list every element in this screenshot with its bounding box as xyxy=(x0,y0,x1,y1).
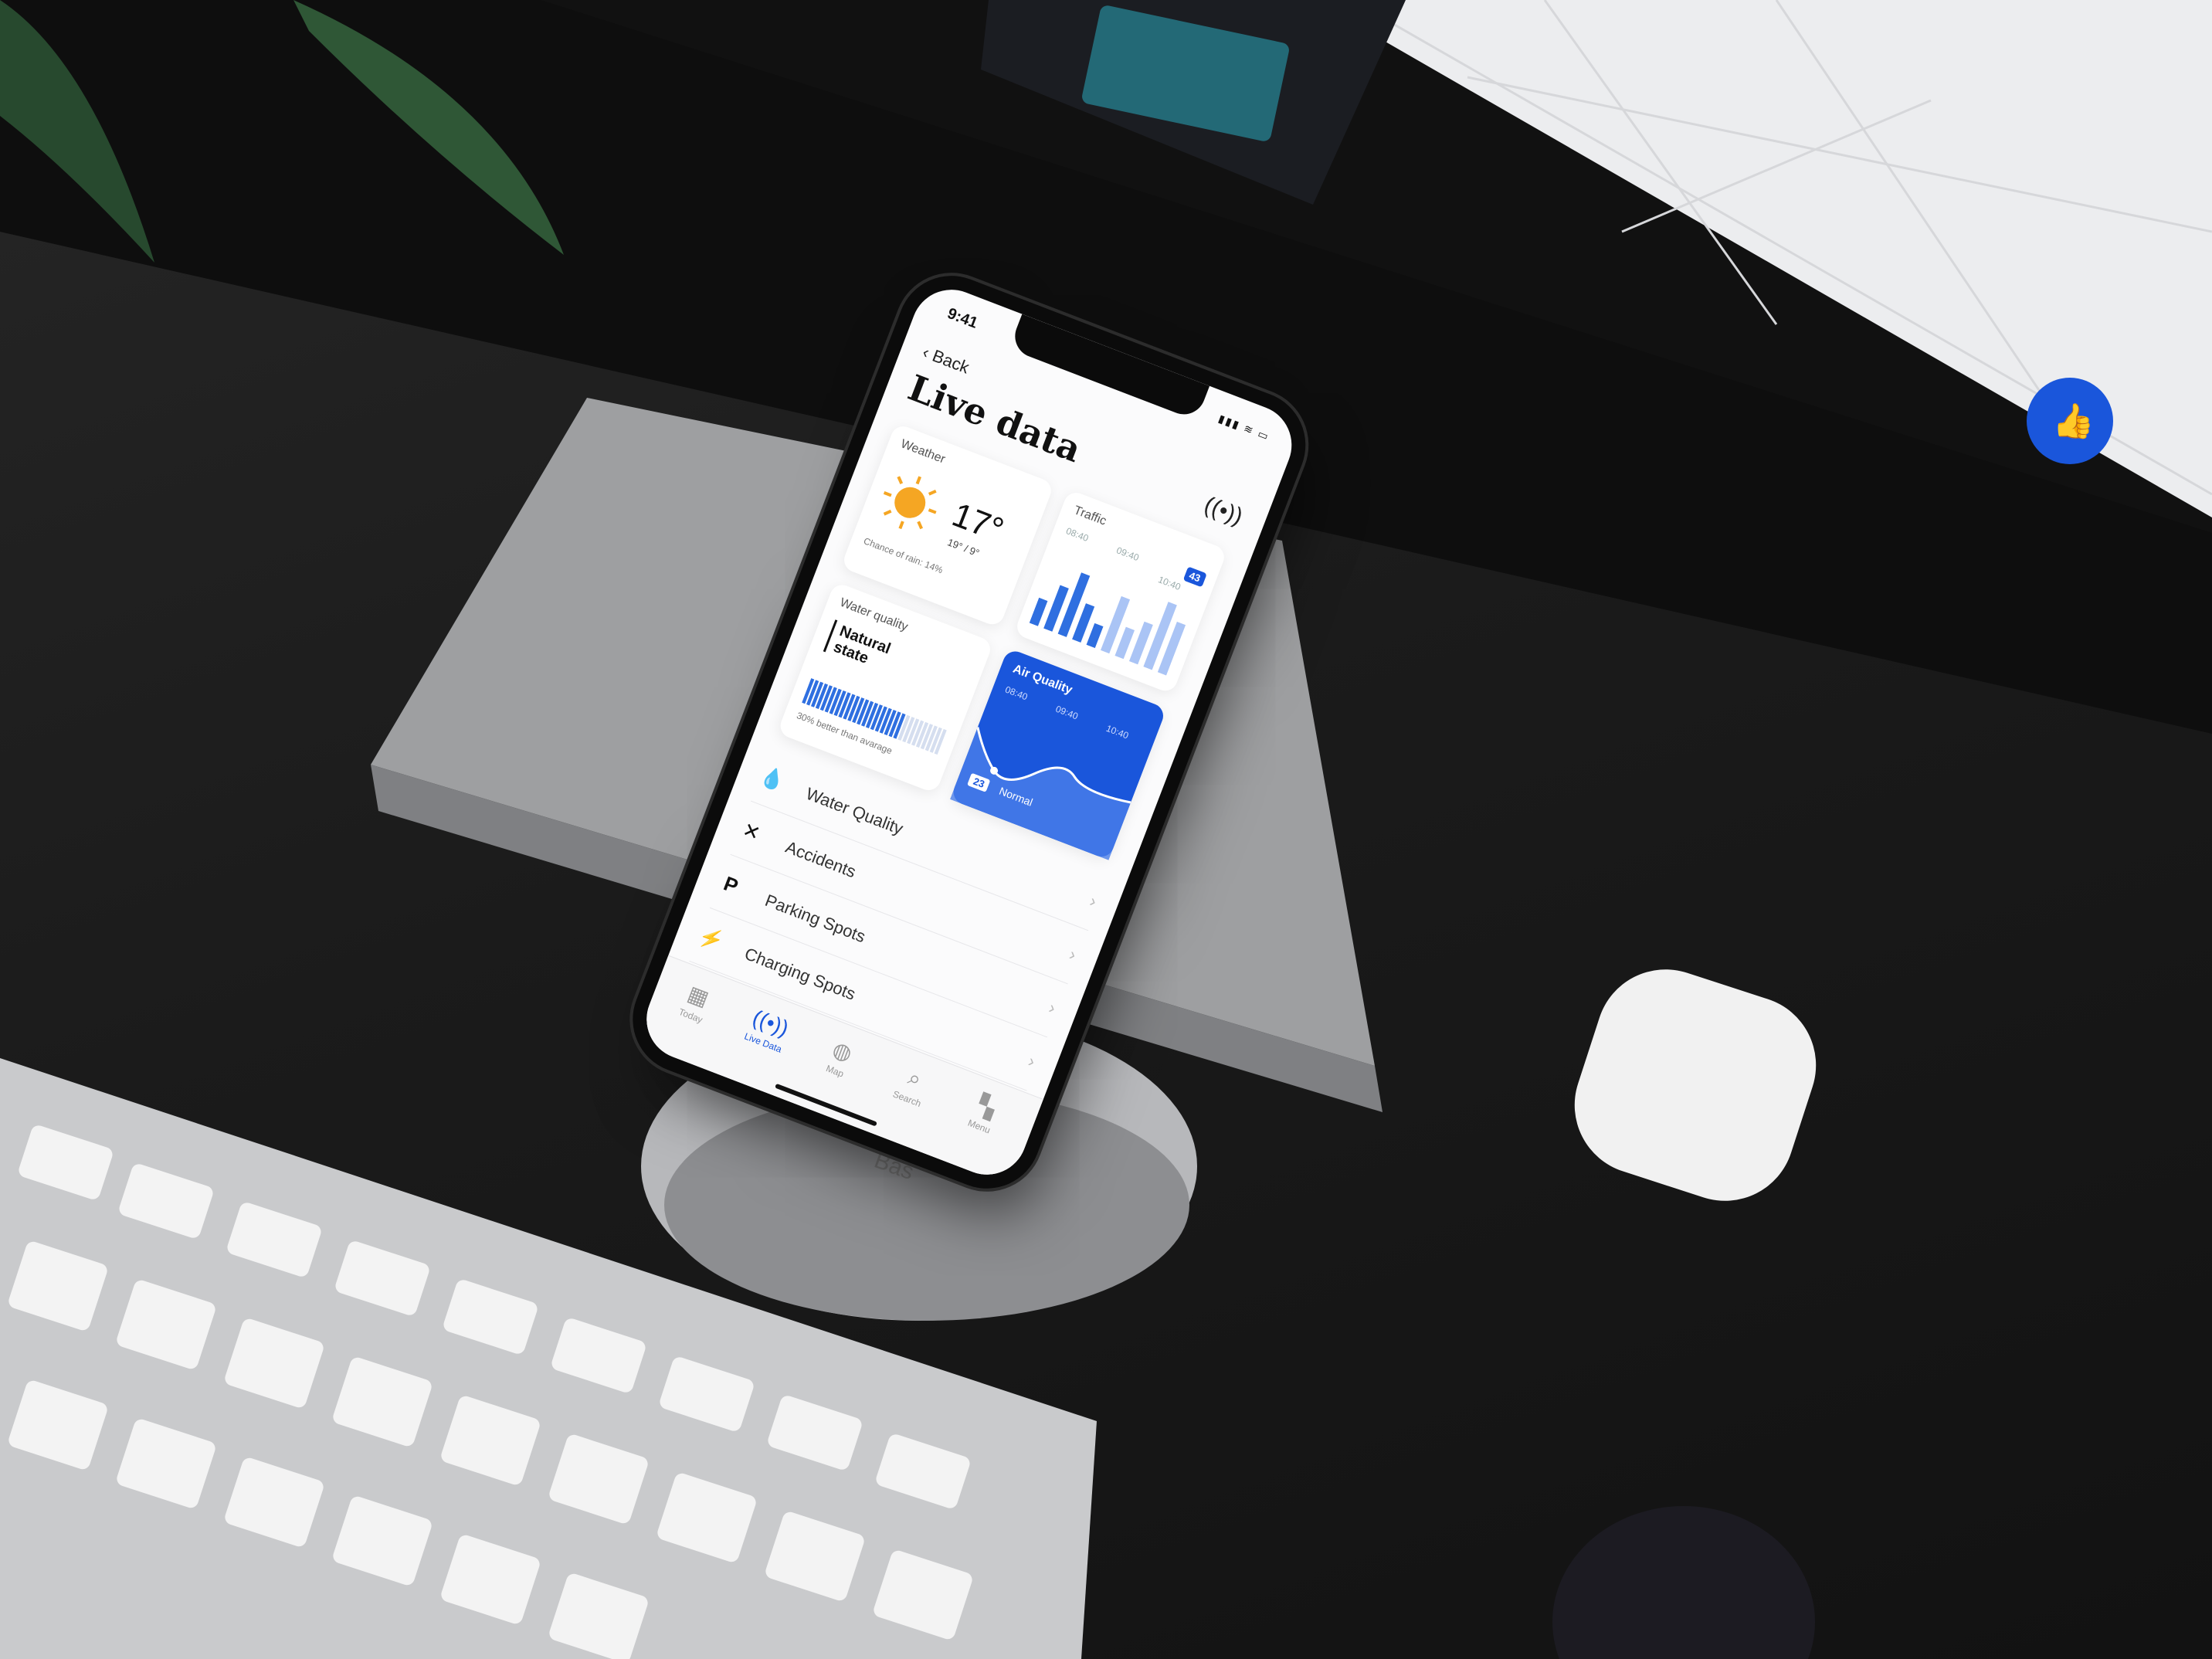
traffic-badge: 43 xyxy=(1182,566,1207,588)
status-icons: ▮▮▮ ≋ ▭ xyxy=(1216,412,1272,443)
air-time-1: 08:40 xyxy=(1003,684,1030,703)
traffic-bar xyxy=(1086,623,1104,649)
thumbs-up-icon: 👍 xyxy=(2052,402,2095,441)
cross-icon: ✕ xyxy=(739,817,764,846)
air-time-2: 09:40 xyxy=(1053,703,1080,722)
status-time: 9:41 xyxy=(945,304,980,332)
tab-menu[interactable]: ▚ Menu xyxy=(945,1082,1023,1144)
charging-icon: ⚡ xyxy=(695,923,728,954)
tab-live-data[interactable]: ((•)) Live Data xyxy=(728,999,807,1060)
phone: 9:41 ▮▮▮ ≋ ▭ ‹ Back Live data ((•)) Weat… xyxy=(635,232,1452,1186)
chevron-right-icon: › xyxy=(1067,944,1079,965)
back-label: Back xyxy=(929,345,972,378)
traffic-time-3: 10:40 xyxy=(1156,574,1182,593)
traffic-time-1: 08:40 xyxy=(1064,525,1091,545)
mouse xyxy=(1552,1506,1815,1659)
drops-icon: 💧 xyxy=(757,763,789,794)
traffic-chart xyxy=(1029,572,1186,676)
notch xyxy=(1009,314,1210,421)
traffic-label: Traffic xyxy=(1071,504,1108,528)
sun-icon xyxy=(883,476,937,530)
broadcast-icon[interactable]: ((•)) xyxy=(1200,492,1247,531)
tab-label: Map xyxy=(824,1063,846,1080)
traffic-time-2: 09:40 xyxy=(1114,545,1141,564)
tab-map[interactable]: ◍ Map xyxy=(800,1027,879,1089)
weather-rain: Chance of rain: 14% xyxy=(862,535,945,576)
traffic-bar xyxy=(1029,597,1048,626)
chevron-right-icon: › xyxy=(1026,1050,1038,1071)
earbuds-case xyxy=(1574,969,1817,1201)
chevron-right-icon: › xyxy=(1046,997,1059,1018)
list-item-label: Accidents xyxy=(782,836,859,882)
parking-icon: P xyxy=(721,871,741,898)
water-state: Natural state xyxy=(823,619,930,688)
tab-search[interactable]: ⌕ Search xyxy=(873,1054,952,1116)
chevron-right-icon: › xyxy=(1087,891,1100,911)
traffic-bar xyxy=(1114,626,1135,660)
weather-label: Weather xyxy=(898,437,948,466)
tab-today[interactable]: ▦ Today xyxy=(656,972,735,1033)
air-time-3: 10:40 xyxy=(1104,722,1131,741)
